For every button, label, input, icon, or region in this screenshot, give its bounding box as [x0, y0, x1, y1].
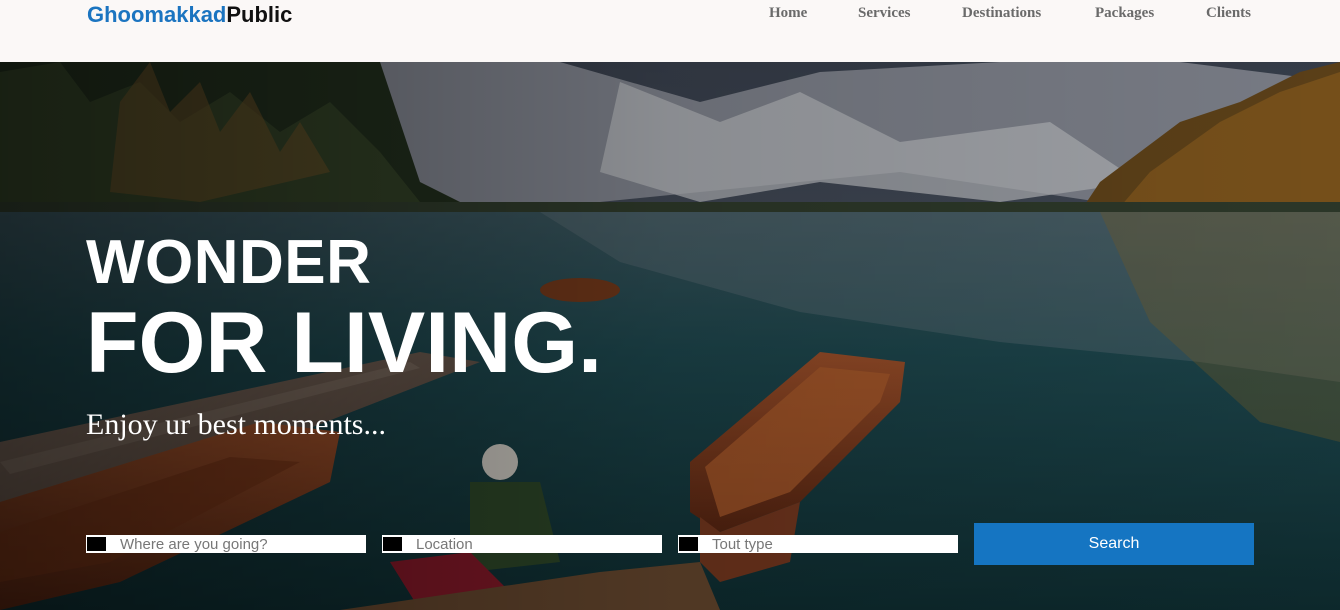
tour-type-input[interactable] — [712, 535, 952, 553]
hero-tagline: Enjoy ur best moments... — [86, 408, 386, 441]
brand-logo[interactable]: GhoomakkadPublic — [87, 2, 292, 28]
location-field — [382, 535, 662, 553]
nav-link-clients[interactable]: Clients — [1206, 5, 1251, 22]
brand-name-part1: Ghoomakkad — [87, 2, 227, 27]
destination-input[interactable] — [120, 535, 360, 553]
top-navbar: GhoomakkadPublic Home Services Destinati… — [0, 0, 1340, 62]
nav-link-home[interactable]: Home — [769, 5, 807, 22]
hero-title-line2: FOR LIVING. — [86, 295, 602, 391]
destination-icon — [86, 535, 106, 553]
location-icon — [382, 535, 402, 553]
destination-field — [86, 535, 366, 553]
location-input[interactable] — [416, 535, 656, 553]
tour-type-field — [678, 535, 958, 553]
brand-name-part2: Public — [226, 2, 293, 27]
search-button[interactable]: Search — [974, 523, 1254, 565]
hero-title-line1: WONDER — [86, 228, 372, 297]
nav-link-services[interactable]: Services — [858, 5, 910, 22]
nav-link-destinations[interactable]: Destinations — [962, 5, 1041, 22]
nav-link-packages[interactable]: Packages — [1095, 5, 1154, 22]
tour-type-icon — [678, 535, 698, 553]
